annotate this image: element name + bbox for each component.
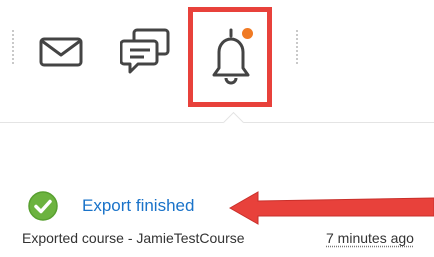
notifications-view: Export finished Exported course - JamieT… <box>0 0 434 257</box>
toolbar-separator-left <box>12 30 14 66</box>
navbar-toolbar <box>0 0 434 120</box>
annotation-arrow <box>228 191 434 225</box>
check-circle-icon <box>28 191 58 221</box>
toolbar-separator-right <box>296 30 298 66</box>
mail-icon <box>39 37 83 67</box>
notification-time: 7 minutes ago <box>326 230 414 246</box>
notification-description: Exported course - JamieTestCourse <box>22 230 245 246</box>
notification-title-link[interactable]: Export finished <box>82 196 194 216</box>
chat-icon <box>119 28 170 74</box>
message-alerts-button[interactable] <box>38 34 90 70</box>
subscription-alerts-button[interactable] <box>119 26 172 76</box>
dropdown-border <box>0 122 434 123</box>
highlight-box <box>188 7 272 107</box>
